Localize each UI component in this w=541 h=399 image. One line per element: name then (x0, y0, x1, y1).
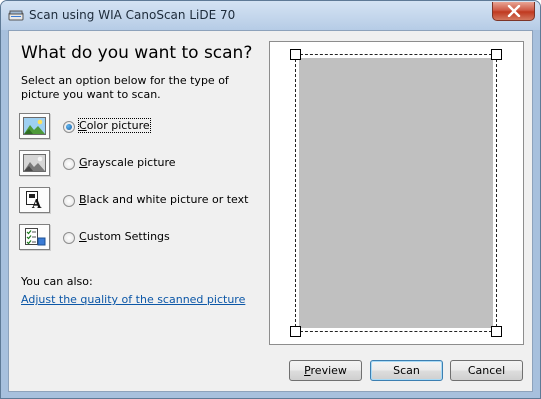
black-white-picture-label-rest: lack and white picture or text (86, 193, 249, 206)
resize-handle-top-left[interactable] (290, 49, 301, 60)
color-picture-label[interactable]: Color picture (78, 118, 151, 133)
close-icon (507, 5, 521, 17)
preview-button-rest: review (310, 364, 347, 377)
color-picture-radio[interactable] (63, 121, 75, 133)
title-bar[interactable]: Scan using WIA CanoScan LiDE 70 (1, 1, 540, 30)
black-white-picture-label-accel: B (79, 193, 87, 206)
resize-handle-bottom-left[interactable] (290, 326, 301, 337)
custom-settings-radio[interactable] (63, 232, 75, 244)
scan-button[interactable]: Scan (370, 360, 443, 381)
scan-preview-area (299, 58, 493, 328)
adjust-quality-link[interactable]: Adjust the quality of the scanned pictur… (21, 293, 245, 306)
scan-dialog-window: Scan using WIA CanoScan LiDE 70 What do … (0, 0, 541, 399)
color-picture-label-rest: olor picture (86, 119, 150, 132)
color-photo-icon[interactable] (19, 113, 50, 139)
scan-area-selection[interactable] (295, 54, 497, 332)
grayscale-picture-label-accel: G (79, 156, 88, 169)
preview-button[interactable]: Preview (289, 360, 362, 381)
option-custom-settings[interactable]: Custom Settings (19, 224, 269, 252)
option-grayscale-picture[interactable]: Grayscale picture (19, 150, 269, 178)
custom-settings-label-accel: C (79, 230, 87, 243)
window-title: Scan using WIA CanoScan LiDE 70 (29, 8, 236, 22)
option-black-white-picture[interactable]: A Black and white picture or text (19, 187, 269, 215)
page-title: What do you want to scan? (21, 43, 253, 63)
option-color-picture[interactable]: Color picture (19, 113, 269, 141)
black-white-picture-label[interactable]: Black and white picture or text (79, 193, 248, 206)
resize-handle-top-right[interactable] (491, 49, 502, 60)
also-label: You can also: (21, 275, 93, 288)
resize-handle-bottom-right[interactable] (491, 326, 502, 337)
grayscale-picture-label[interactable]: Grayscale picture (79, 156, 176, 169)
color-picture-label-accel: C (79, 119, 87, 132)
svg-text:A: A (31, 197, 42, 209)
close-button[interactable] (492, 2, 535, 21)
grayscale-photo-icon[interactable] (19, 150, 50, 176)
dialog-content: What do you want to scan? Select an opti… (8, 30, 533, 392)
preview-pane[interactable] (269, 41, 524, 345)
grayscale-picture-label-rest: rayscale picture (87, 156, 176, 169)
black-white-text-icon[interactable]: A (19, 187, 50, 213)
custom-settings-icon[interactable] (19, 224, 50, 250)
cancel-button[interactable]: Cancel (450, 360, 523, 381)
instructions-text: Select an option below for the type of p… (21, 74, 229, 101)
custom-settings-label[interactable]: Custom Settings (79, 230, 170, 243)
scanner-icon (8, 7, 24, 23)
custom-settings-label-rest: ustom Settings (86, 230, 170, 243)
grayscale-picture-radio[interactable] (63, 158, 75, 170)
black-white-picture-radio[interactable] (63, 195, 75, 207)
